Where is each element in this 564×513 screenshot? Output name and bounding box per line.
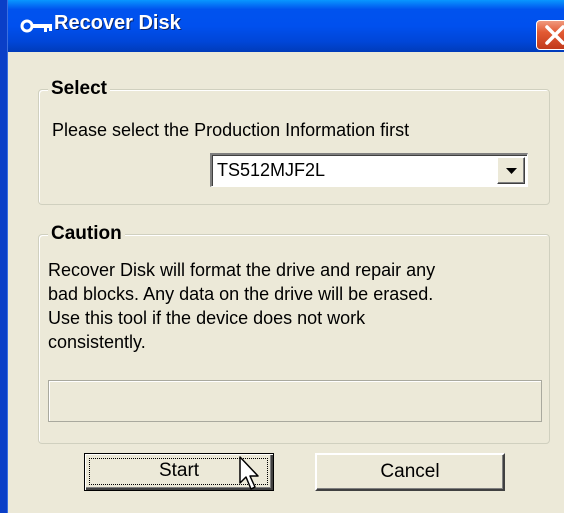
recover-disk-window: Recover Disk Select Please select the Pr… <box>0 0 564 513</box>
caution-line: bad blocks. Any data on the drive will b… <box>48 284 434 304</box>
cancel-button-label: Cancel <box>380 461 440 482</box>
chevron-down-icon <box>506 168 517 174</box>
window-frame-left <box>0 0 8 513</box>
production-info-dropdown[interactable]: TS512MJF2L <box>210 153 528 187</box>
select-groupbox <box>38 89 550 205</box>
select-group-legend: Select <box>48 78 110 100</box>
progress-bar <box>48 380 542 422</box>
caution-message: Recover Disk will format the drive and r… <box>48 258 548 354</box>
caution-line: Recover Disk will format the drive and r… <box>48 260 436 280</box>
select-instruction: Please select the Production Information… <box>52 120 410 140</box>
window-title: Recover Disk <box>54 12 181 34</box>
title-bar[interactable]: Recover Disk <box>0 0 564 52</box>
cancel-button[interactable]: Cancel <box>315 453 505 491</box>
mouse-pointer-icon <box>239 456 259 490</box>
start-button-label: Start <box>158 460 200 481</box>
caution-line: consistently. <box>48 332 146 352</box>
dropdown-arrow-button[interactable] <box>497 157 525 184</box>
caution-line: Use this tool if the device does not wor… <box>48 308 366 328</box>
key-icon <box>20 17 54 35</box>
close-icon <box>545 25 564 45</box>
close-button[interactable] <box>536 20 564 50</box>
caution-group-legend: Caution <box>48 223 125 245</box>
dropdown-value: TS512MJF2L <box>217 160 326 180</box>
